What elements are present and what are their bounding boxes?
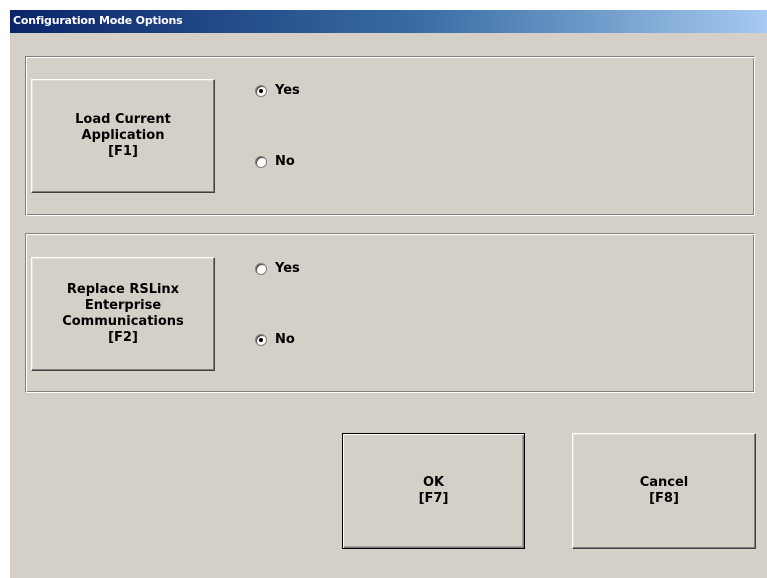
radio-label: No	[275, 154, 295, 169]
load-app-yes-radio[interactable]: Yes	[255, 83, 300, 98]
replace-rslinx-no-radio[interactable]: No	[255, 332, 295, 347]
replace-rslinx-yes-radio[interactable]: Yes	[255, 261, 300, 276]
load-app-no-radio[interactable]: No	[255, 154, 295, 169]
radio-unselected-icon	[255, 155, 267, 168]
replace-rslinx-button[interactable]: Replace RSLinx Enterprise Communications…	[31, 257, 215, 371]
radio-unselected-icon	[255, 262, 267, 275]
dialog-title: Configuration Mode Options	[10, 10, 767, 33]
load-current-application-button[interactable]: Load Current Application [F1]	[31, 79, 215, 193]
ok-button[interactable]: OK [F7]	[342, 433, 525, 549]
radio-label: Yes	[275, 261, 300, 276]
radio-label: Yes	[275, 83, 300, 98]
radio-label: No	[275, 332, 295, 347]
radio-selected-icon	[255, 84, 267, 97]
radio-selected-icon	[255, 333, 267, 346]
cancel-button[interactable]: Cancel [F8]	[572, 433, 756, 549]
